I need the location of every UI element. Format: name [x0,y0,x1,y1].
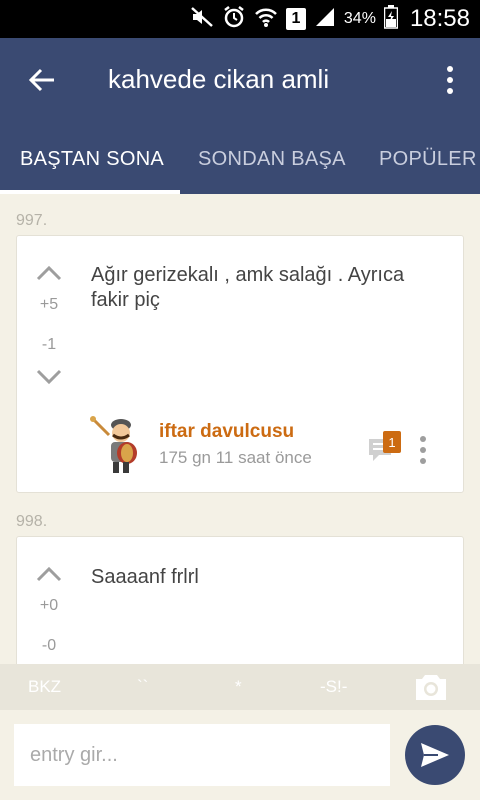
overflow-menu-button[interactable] [438,60,462,100]
entry-input[interactable] [14,724,390,786]
upvote-count: +0 [39,597,59,614]
author-name-link[interactable]: iftar davulcusu [159,421,294,443]
send-button[interactable] [405,725,465,785]
entry-number: 997. [16,212,48,229]
page-title: kahvede cikan amli [108,64,330,94]
more-vert-icon [447,66,453,72]
entry-more-button[interactable] [413,433,433,467]
chevron-down-icon [36,369,62,385]
tab-bastan-sona[interactable]: BAŞTAN SONA [20,148,164,171]
author-avatar[interactable] [87,411,151,475]
arrow-left-icon [28,68,54,92]
tab-populer[interactable]: POPÜLER [379,148,477,171]
entry-text: Ağır gerizekalı , amk salağı . Ayrıca fa… [91,264,405,311]
battery-percent: 34% [343,10,376,27]
more-vert-icon [420,436,426,442]
comment-count-badge: 1 [383,431,401,453]
entry-card: +0 -0 Saaaanf frlrl [16,536,464,664]
app-bar: kahvede cikan amli BAŞTAN SONA SONDAN BA… [0,38,480,194]
chevron-up-icon [36,265,62,281]
upvote-button[interactable] [35,262,63,284]
status-bar: 1 34% 18:58 [0,0,480,38]
upvote-count: +5 [39,296,59,313]
entry-text: Saaaanf frlrl [91,566,199,588]
entry-list[interactable]: 997. +5 -1 Ağır gerizekalı , amk salağı … [0,194,480,664]
tab-sondan-basa[interactable]: SONDAN BAŞA [198,148,346,171]
composer-bar [0,710,480,800]
mute-icon [190,6,214,33]
signal-icon [314,6,336,33]
backtick-button[interactable]: `` [137,677,148,697]
back-button[interactable] [22,60,62,100]
chevron-up-icon [36,566,62,582]
spoiler-button[interactable]: -S!- [320,677,347,697]
entry-card: +5 -1 Ağır gerizekalı , amk salağı . Ayr… [16,235,464,493]
tab-bar: BAŞTAN SONA SONDAN BAŞA POPÜLER [0,142,480,194]
entry-timestamp: 175 gn 11 saat önce [159,448,312,467]
sim-slot-badge: 1 [285,8,306,30]
camera-button[interactable] [414,672,448,702]
send-icon [421,743,449,767]
format-helper-bar: BKZ `` * -S!- [0,664,480,710]
downvote-button[interactable] [35,366,63,388]
camera-icon [416,675,446,700]
battery-icon [383,4,399,34]
upvote-button[interactable] [35,563,63,585]
alarm-icon [222,5,246,34]
bkz-button[interactable]: BKZ [28,677,61,697]
wifi-icon [254,6,278,33]
asterisk-button[interactable]: * [235,677,242,697]
downvote-count: -0 [41,637,57,654]
clock: 18:58 [409,5,470,32]
downvote-count: -1 [41,336,57,353]
comment-button[interactable]: 1 [367,431,401,465]
drummer-avatar-icon [90,416,137,473]
entry-number: 998. [16,513,48,530]
